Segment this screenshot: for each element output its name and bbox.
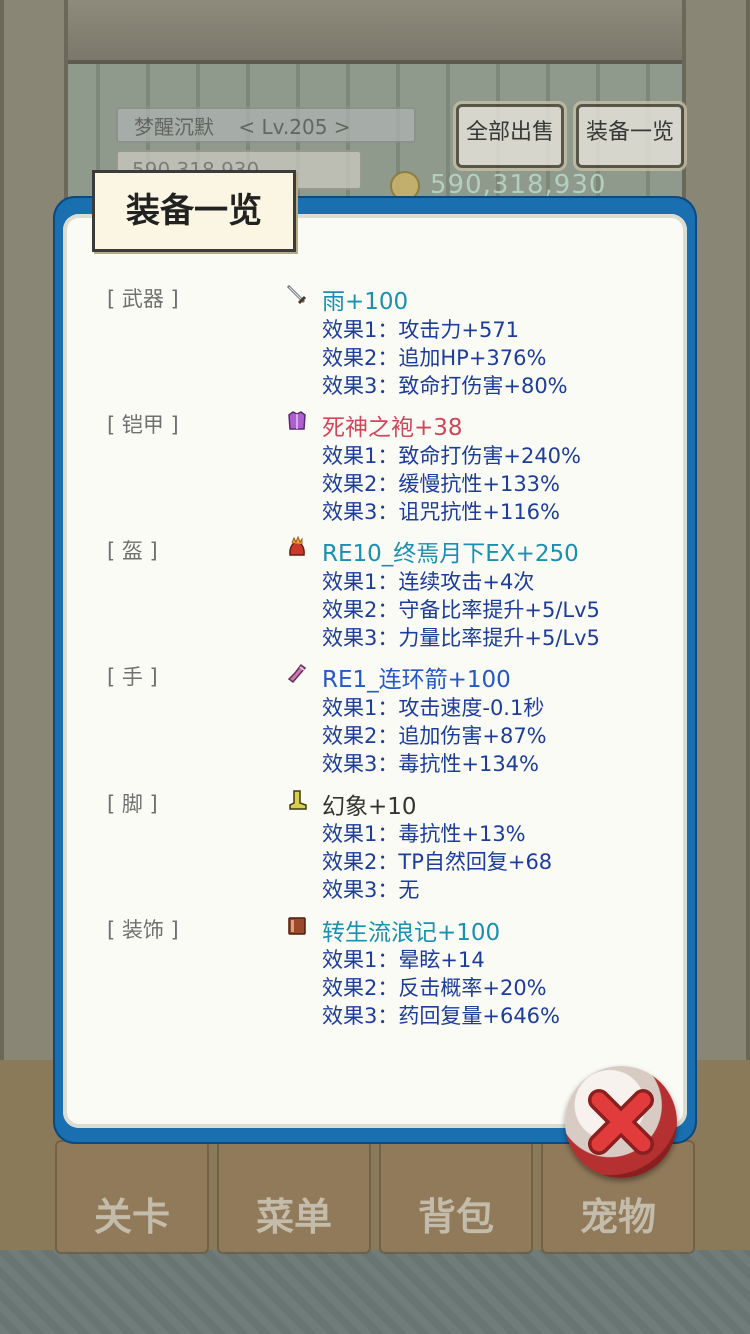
close-icon: [588, 1089, 654, 1155]
helmet-icon: [289, 535, 305, 556]
book-icon: [288, 917, 306, 935]
item-name-feet[interactable]: 幻象+10: [322, 787, 417, 821]
boot-icon: [289, 790, 307, 810]
player-name-panel: 梦醒沉默 < Lv.205 >: [116, 107, 416, 143]
effect-feet-3: 效果3：无: [322, 878, 420, 902]
sword-icon: [286, 284, 307, 305]
slot-label-weapon: [ 武器 ]: [107, 287, 179, 311]
item-name-helmet[interactable]: RE10_终焉月下EX+250: [322, 534, 579, 568]
tab-pets-label: 宠物: [579, 1195, 656, 1239]
effect-hands-2: 效果2：追加伤害+87%: [322, 724, 547, 748]
effect-helmet-2: 效果2：守备比率提升+5/Lv5: [322, 598, 600, 622]
effect-accessory-2: 效果2：反击概率+20%: [322, 976, 547, 1000]
player-name: 梦醒沉默: [134, 115, 214, 139]
equipment-list-button[interactable]: 装备一览: [576, 104, 684, 168]
background-ground: [0, 1250, 750, 1334]
effect-hands-1: 效果1：攻击速度-0.1秒: [322, 696, 545, 720]
effect-weapon-3: 效果3：致命打伤害+80%: [322, 374, 568, 398]
tab-stages-label: 关卡: [93, 1195, 170, 1239]
slot-label-accessory: [ 装饰 ]: [107, 918, 179, 942]
armor-icon: [288, 411, 306, 430]
background-top-beam: [0, 0, 750, 64]
effect-armor-2: 效果2：缓慢抗性+133%: [322, 472, 560, 496]
tab-stages[interactable]: 关卡: [55, 1140, 209, 1254]
slot-label-feet: [ 脚 ]: [107, 792, 158, 816]
tab-backpack-label: 背包: [417, 1195, 494, 1239]
effect-helmet-3: 效果3：力量比率提升+5/Lv5: [322, 626, 600, 650]
effect-weapon-1: 效果1：攻击力+571: [322, 318, 520, 342]
glove-icon: [287, 663, 307, 684]
effect-feet-2: 效果2：TP自然回复+68: [322, 850, 553, 874]
close-button[interactable]: [565, 1066, 677, 1178]
item-name-hands[interactable]: RE1_连环箭+100: [322, 660, 511, 694]
effect-accessory-3: 效果3：药回复量+646%: [322, 1004, 560, 1028]
item-name-weapon[interactable]: 雨+100: [322, 282, 408, 316]
effect-helmet-1: 效果1：连续攻击+4次: [322, 570, 535, 594]
effect-accessory-1: 效果1：晕眩+14: [322, 948, 485, 972]
effect-feet-1: 效果1：毒抗性+13%: [322, 822, 526, 846]
effect-weapon-2: 效果2：追加HP+376%: [322, 346, 547, 370]
slot-label-hands: [ 手 ]: [107, 665, 158, 689]
tab-menu-label: 菜单: [255, 1195, 332, 1239]
item-name-armor[interactable]: 死神之袍+38: [322, 408, 463, 442]
tab-backpack[interactable]: 背包: [379, 1140, 533, 1254]
sell-all-button[interactable]: 全部出售: [456, 104, 564, 168]
item-name-accessory[interactable]: 转生流浪记+100: [322, 913, 500, 947]
slot-label-helmet: [ 盔 ]: [107, 539, 158, 563]
slot-label-armor: [ 铠甲 ]: [107, 413, 179, 437]
effect-hands-3: 效果3：毒抗性+134%: [322, 752, 539, 776]
tab-menu[interactable]: 菜单: [217, 1140, 371, 1254]
player-level: < Lv.205 >: [238, 115, 351, 139]
effect-armor-1: 效果1：致命打伤害+240%: [322, 444, 581, 468]
dialog-title: 装备一览: [92, 170, 296, 252]
effect-armor-3: 效果3：诅咒抗性+116%: [322, 500, 560, 524]
